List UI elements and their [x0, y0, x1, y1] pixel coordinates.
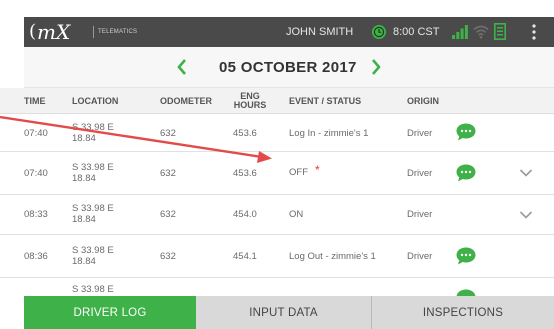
logo-text: mX — [37, 20, 71, 44]
top-bar: ( mX TELEMATICS JOHN SMITH 8:00 CST — [24, 17, 554, 47]
row-eng-hours: 454.1 — [233, 251, 257, 262]
table-row[interactable]: 07:40 S 33.98 E 18.84 632 453.6 Log In -… — [0, 115, 554, 152]
row-time: 08:36 — [24, 251, 48, 262]
row-eng-hours: 453.6 — [233, 128, 257, 139]
table-row[interactable]: 08:36 S 33.98 E 18.84 632 454.1 Log Out … — [0, 235, 554, 278]
row-time: 07:40 — [24, 168, 48, 179]
chevron-down-icon[interactable] — [519, 168, 533, 178]
row-location: S 33.98 E — [72, 284, 114, 295]
row-location: S 33.98 E 18.84 — [72, 162, 114, 184]
col-origin: ORIGIN — [407, 95, 440, 106]
document-icon[interactable] — [494, 23, 506, 40]
row-eng-hours: 453.6 — [233, 168, 257, 179]
signal-icon — [452, 25, 468, 39]
chat-icon[interactable] — [455, 288, 477, 296]
row-eng-hours: 454.0 — [233, 209, 257, 220]
col-time: TIME — [24, 95, 46, 106]
next-day-button[interactable] — [368, 57, 384, 77]
row-odometer: 632 — [160, 251, 176, 262]
row-event: Log Out - zimmie's 1 — [289, 251, 376, 262]
chevron-down-icon[interactable] — [519, 210, 533, 220]
row-event: ON — [289, 209, 304, 220]
row-event: OFF — [289, 167, 308, 178]
app-screen: ( mX TELEMATICS JOHN SMITH 8:00 CST 05 O… — [0, 0, 554, 329]
row-location: S 33.98 E 18.84 — [72, 122, 114, 144]
status-required-mark: * — [315, 163, 320, 177]
tab-input-data[interactable]: INPUT DATA — [196, 296, 371, 329]
menu-icon[interactable] — [529, 23, 539, 41]
tab-driver-log[interactable]: DRIVER LOG — [24, 296, 196, 329]
previous-day-button[interactable] — [174, 57, 190, 77]
row-origin: Driver — [407, 251, 433, 262]
row-time: 08:33 — [24, 209, 48, 220]
bottom-tab-bar: DRIVER LOG INPUT DATA INSPECTIONS — [24, 296, 554, 329]
row-location: S 33.98 E 18.84 — [72, 203, 114, 225]
table-row[interactable]: S 33.98 E — [0, 278, 554, 296]
wifi-icon — [473, 25, 489, 39]
clock-icon[interactable] — [371, 24, 387, 40]
logo-paren: ( — [29, 21, 37, 42]
row-odometer: 632 — [160, 209, 176, 220]
row-odometer: 632 — [160, 128, 176, 139]
driver-name: JOHN SMITH — [286, 26, 354, 38]
chat-icon[interactable] — [455, 246, 477, 266]
row-event: Log In - zimmie's 1 — [289, 128, 369, 139]
chat-icon[interactable] — [455, 163, 477, 183]
table-row[interactable]: 08:33 S 33.98 E 18.84 632 454.0 ON Drive… — [0, 195, 554, 235]
chat-icon[interactable] — [455, 122, 477, 142]
col-location: LOCATION — [72, 95, 119, 106]
brand-subtitle: TELEMATICS — [93, 26, 137, 38]
row-origin: Driver — [407, 128, 433, 139]
table-header: TIME LOCATION ODOMETER ENG HOURS EVENT /… — [0, 88, 554, 114]
row-origin: Driver — [407, 168, 433, 179]
col-eng-hours: ENG HOURS — [233, 91, 267, 110]
date-navigation: 05 OCTOBER 2017 — [24, 47, 554, 88]
tab-inspections[interactable]: INSPECTIONS — [372, 296, 554, 329]
col-event-status: EVENT / STATUS — [289, 95, 362, 106]
row-location: S 33.98 E 18.84 — [72, 245, 114, 267]
row-event-text: OFF — [289, 167, 308, 178]
row-time: 07:40 — [24, 128, 48, 139]
table-row[interactable]: 07:40 S 33.98 E 18.84 632 453.6 OFF * Dr… — [0, 152, 554, 195]
current-date: 05 OCTOBER 2017 — [219, 59, 357, 76]
row-origin: Driver — [407, 209, 433, 220]
current-time: 8:00 CST — [393, 26, 440, 38]
row-odometer: 632 — [160, 168, 176, 179]
col-odometer: ODOMETER — [160, 95, 213, 106]
